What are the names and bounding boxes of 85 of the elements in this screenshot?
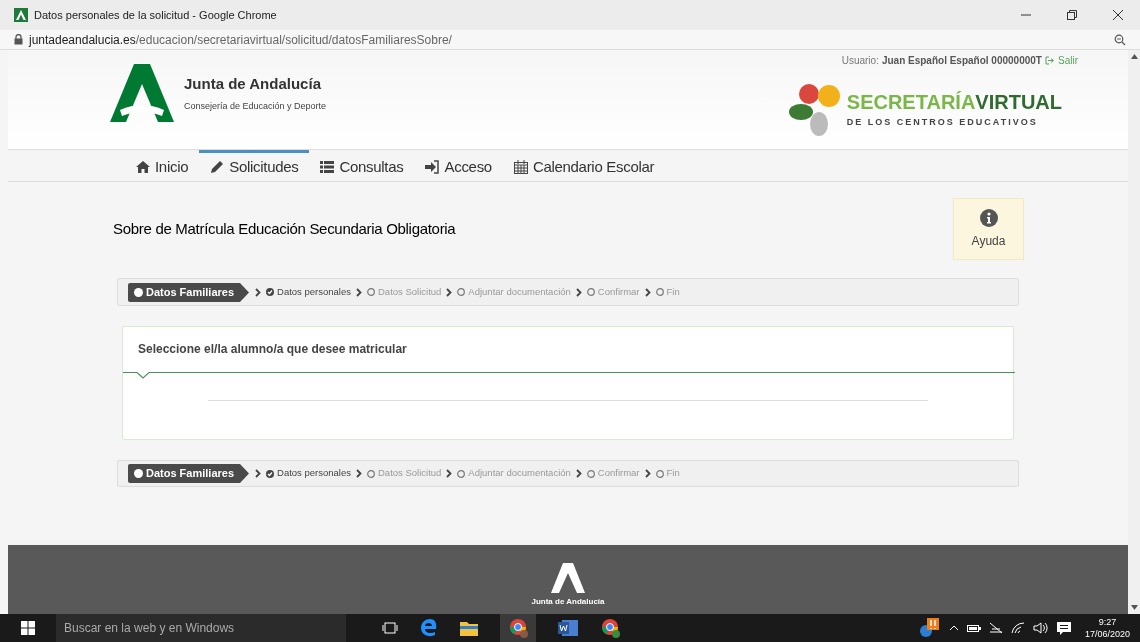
footer-org-name: Junta de Andalucía (531, 596, 605, 608)
step-item: Adjuntar documentación (457, 284, 571, 300)
portal-name: VIRTUAL (975, 92, 1062, 113)
empty-circle-icon (457, 288, 466, 296)
chevron-icon (575, 287, 582, 297)
check-circle-icon (266, 469, 275, 478)
step-item: Fin (655, 284, 680, 300)
pencil-icon (210, 160, 225, 174)
info-icon (979, 208, 998, 227)
chevron-icon (644, 287, 651, 297)
chevron-icon (356, 287, 362, 297)
sign-in-icon (425, 160, 440, 174)
user-label: Usuario: (841, 54, 879, 68)
scroll-up-icon[interactable] (1130, 54, 1138, 59)
speaker-icon[interactable] (1032, 622, 1049, 634)
step-item: Datos personales (266, 284, 351, 300)
browser-icon[interactable] (420, 619, 438, 637)
chevron-icon (356, 469, 362, 478)
url-text[interactable]: juntadeandalucia.es/educacion/secretariavirtual/solicitud/datosFamiliaresSobre/ (29, 30, 452, 49)
scroll-down-icon[interactable] (1130, 605, 1138, 610)
empty-circle-icon (367, 288, 375, 296)
clock[interactable]: 9:27 17/06/2020 (1084, 616, 1130, 640)
card-title: Seleccione el/la alumno/a que desee matricular (138, 341, 407, 358)
empty-circle-icon (586, 288, 595, 296)
windows-icon[interactable] (21, 621, 35, 635)
org-name: Junta de Andalucía (184, 74, 322, 94)
user-name: Juan Español Español 00000000T (881, 54, 1042, 68)
nav-tab[interactable]: Solicitudes (199, 150, 310, 181)
notification-icon[interactable] (1056, 621, 1071, 635)
nav-tab[interactable]: Inicio (125, 150, 200, 181)
window-title: Datos personales de la solicitud - Google Chrome (34, 7, 277, 23)
empty-circle-icon (367, 469, 375, 478)
close-icon[interactable] (1112, 9, 1124, 21)
empty-circle-icon (655, 288, 664, 296)
logout-icon[interactable] (1045, 56, 1055, 65)
chevron-icon (446, 287, 453, 297)
folder-icon[interactable] (460, 620, 478, 636)
calendar-icon (513, 160, 528, 174)
check-circle-icon (266, 288, 275, 296)
task-view-icon[interactable] (382, 622, 398, 634)
step-item: Confirmar (586, 466, 640, 481)
nav-tab[interactable]: Consultas (309, 150, 415, 181)
chevron-icon (644, 469, 651, 478)
network-off-icon[interactable] (988, 622, 1003, 634)
chrome-icon[interactable] (600, 617, 622, 639)
step-item: Adjuntar documentación (457, 466, 571, 481)
portal-name: SECRETARÍA (846, 92, 976, 113)
battery-icon[interactable] (966, 623, 981, 633)
nav-tab[interactable]: Acceso (414, 150, 503, 181)
zoom-icon[interactable] (1114, 33, 1126, 46)
lock-icon (14, 34, 23, 45)
word-icon[interactable] (558, 619, 578, 637)
chevron-icon (255, 469, 262, 478)
chevron-icon (575, 469, 582, 478)
chevron-icon (255, 287, 262, 297)
restore-icon[interactable] (1066, 9, 1078, 21)
home-icon (136, 160, 150, 174)
chrome-icon[interactable] (500, 614, 536, 642)
empty-circle-icon (586, 469, 595, 478)
step-item: Confirmar (586, 284, 640, 300)
chevron-up-icon[interactable] (948, 625, 959, 631)
current-step-icon (134, 287, 143, 297)
step-item: Fin (655, 466, 680, 481)
step-item: Datos Solicitud (367, 284, 442, 300)
search-field[interactable]: Buscar en la web y en Windows (56, 614, 346, 642)
nav-tab[interactable]: Calendario Escolar (502, 150, 666, 181)
scrollbar[interactable] (1128, 50, 1140, 614)
app-icon (14, 8, 28, 22)
chevron-icon (446, 469, 453, 478)
empty-circle-icon (457, 469, 466, 478)
alert-icon[interactable] (918, 618, 941, 638)
help-button[interactable]: Ayuda (953, 198, 1024, 260)
current-step-icon (134, 469, 143, 478)
wifi-icon[interactable] (1010, 622, 1025, 634)
list-icon (320, 160, 335, 174)
step-arrow (240, 464, 250, 483)
org-subtitle: Consejería de Educación y Deporte (184, 99, 327, 113)
portal-subtitle: DE LOS CENTROS EDUCATIVOS (846, 116, 1039, 130)
step-item: Datos personales (266, 466, 351, 481)
junta-logo-icon (551, 563, 585, 593)
step-item: Datos Solicitud (367, 466, 442, 481)
empty-circle-icon (655, 469, 664, 478)
page-title: Sobre de Matrícula Educación Secundaria Obligatoria (113, 218, 457, 239)
junta-logo-icon (110, 64, 174, 122)
step-arrow (240, 282, 250, 302)
